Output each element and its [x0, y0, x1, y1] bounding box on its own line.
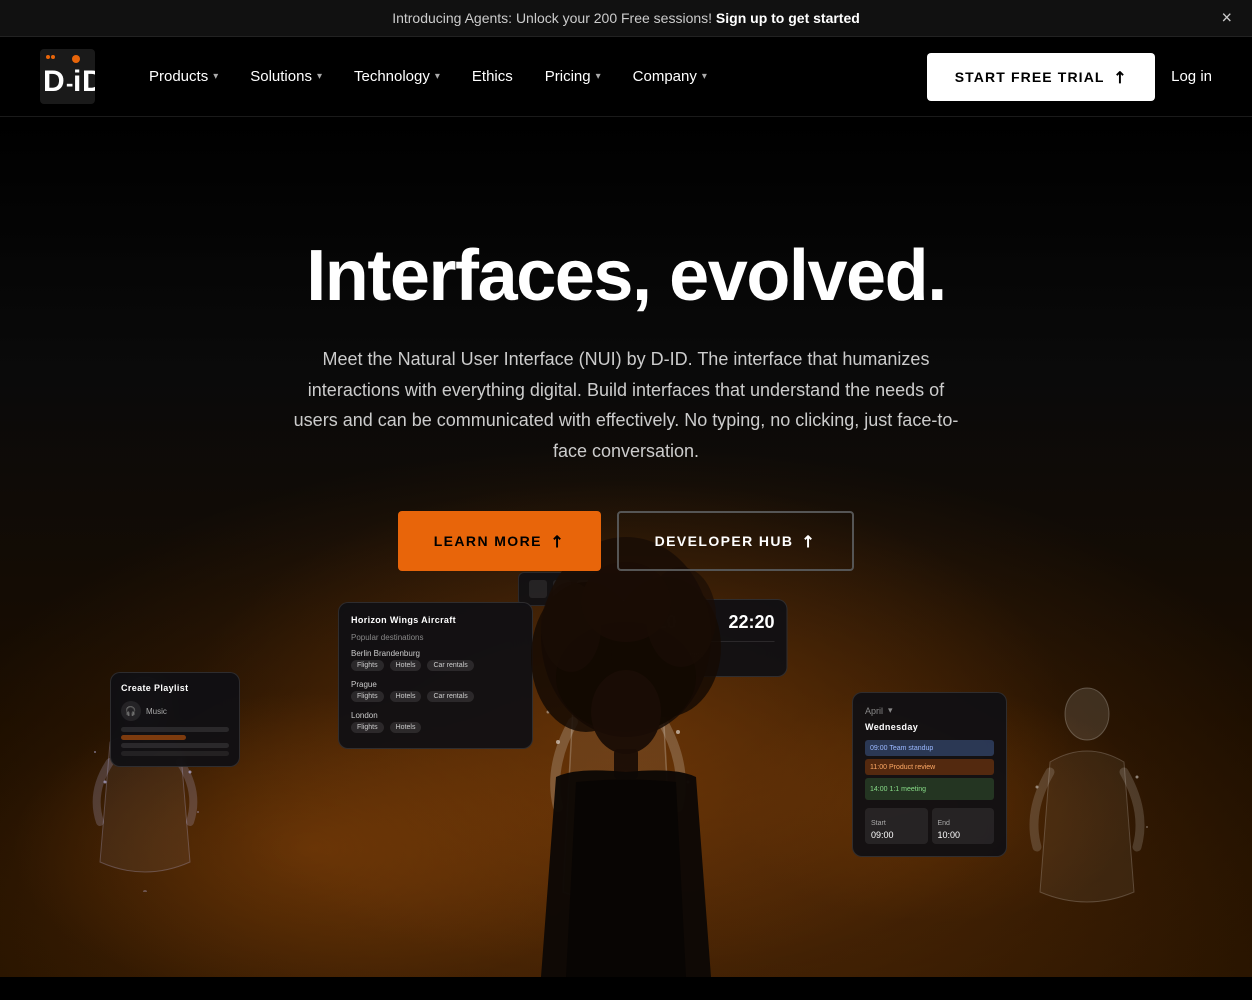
devhub-arrow-icon: ↗ [797, 528, 822, 553]
right-avatar-area: April ▾ Wednesday 09:00 Team standup 11:… [1022, 672, 1152, 917]
logo[interactable]: D - i D [40, 49, 95, 104]
chevron-down-icon: ▾ [702, 71, 707, 82]
announcement-close-button[interactable]: × [1221, 8, 1232, 29]
hero-content: Interfaces, evolved. Meet the Natural Us… [266, 237, 986, 631]
left-card-title: Create Playlist [121, 683, 229, 693]
hero-buttons: LEARN MORE ↗ DEVELOPER HUB ↗ [286, 511, 966, 571]
nav-item-technology[interactable]: Technology ▾ [340, 60, 454, 93]
announcement-text: Introducing Agents: Unlock your 200 Free… [392, 10, 712, 26]
right-avatar-svg [1022, 672, 1152, 912]
calendar-header: April ▾ [865, 705, 994, 716]
left-card-item-1: 🎧 Music [121, 701, 229, 721]
flight-tags: Economy Direct [631, 650, 775, 664]
start-free-trial-button[interactable]: START FREE TRIAL ↗ [927, 53, 1155, 101]
chevron-down-icon: ▾ [213, 71, 218, 82]
left-floating-card: Create Playlist 🎧 Music [110, 672, 240, 767]
svg-text:D: D [43, 65, 65, 98]
hero-title: Interfaces, evolved. [286, 237, 966, 316]
learn-more-button[interactable]: LEARN MORE ↗ [398, 511, 601, 571]
left-card-list [121, 727, 229, 756]
calendar-card: April ▾ Wednesday 09:00 Team standup 11:… [852, 692, 1007, 857]
chevron-down-icon: ▾ [435, 71, 440, 82]
chevron-down-icon: ▾ [596, 71, 601, 82]
left-avatar-area: Create Playlist 🎧 Music [80, 662, 210, 897]
learn-more-arrow-icon: ↗ [545, 528, 570, 553]
dest-1: Berlin Brandenburg Flights Hotels Car re… [351, 649, 520, 674]
login-button[interactable]: Log in [1171, 68, 1212, 85]
nav-item-company[interactable]: Company ▾ [619, 60, 721, 93]
headphone-icon: 🎧 [121, 701, 141, 721]
nav-links: Products ▾ Solutions ▾ Technology ▾ Ethi… [135, 60, 927, 93]
chevron-down-icon: ▾ [317, 71, 322, 82]
dest-3: London Flights Hotels [351, 711, 520, 736]
hero-subtitle: Meet the Natural User Interface (NUI) by… [286, 344, 966, 466]
nav-item-pricing[interactable]: Pricing ▾ [531, 60, 615, 93]
hero-section: Interfaces, evolved. Meet the Natural Us… [0, 117, 1252, 977]
calendar-events: 09:00 Team standup 11:00 Product review … [865, 740, 994, 800]
logo-svg: D - i D [40, 49, 95, 104]
arrow-icon: ↗ [1108, 64, 1132, 88]
calendar-time-inputs: Start 09:00 End 10:00 [865, 808, 994, 844]
dest-2: Prague Flights Hotels Car rentals [351, 680, 520, 705]
developer-hub-button[interactable]: DEVELOPER HUB ↗ [617, 511, 855, 571]
nav-item-products[interactable]: Products ▾ [135, 60, 232, 93]
svg-text:D: D [82, 65, 95, 98]
nav-actions: START FREE TRIAL ↗ Log in [927, 53, 1212, 101]
destinations-label: Popular destinations [351, 633, 520, 642]
announcement-bar: Introducing Agents: Unlock your 200 Free… [0, 0, 1252, 37]
announcement-cta[interactable]: Sign up to get started [716, 10, 860, 26]
navbar: D - i D Products ▾ Solutions ▾ Technolog… [0, 37, 1252, 117]
svg-text:i: i [73, 65, 81, 98]
nav-item-ethics[interactable]: Ethics [458, 60, 527, 93]
nav-item-solutions[interactable]: Solutions ▾ [236, 60, 336, 93]
